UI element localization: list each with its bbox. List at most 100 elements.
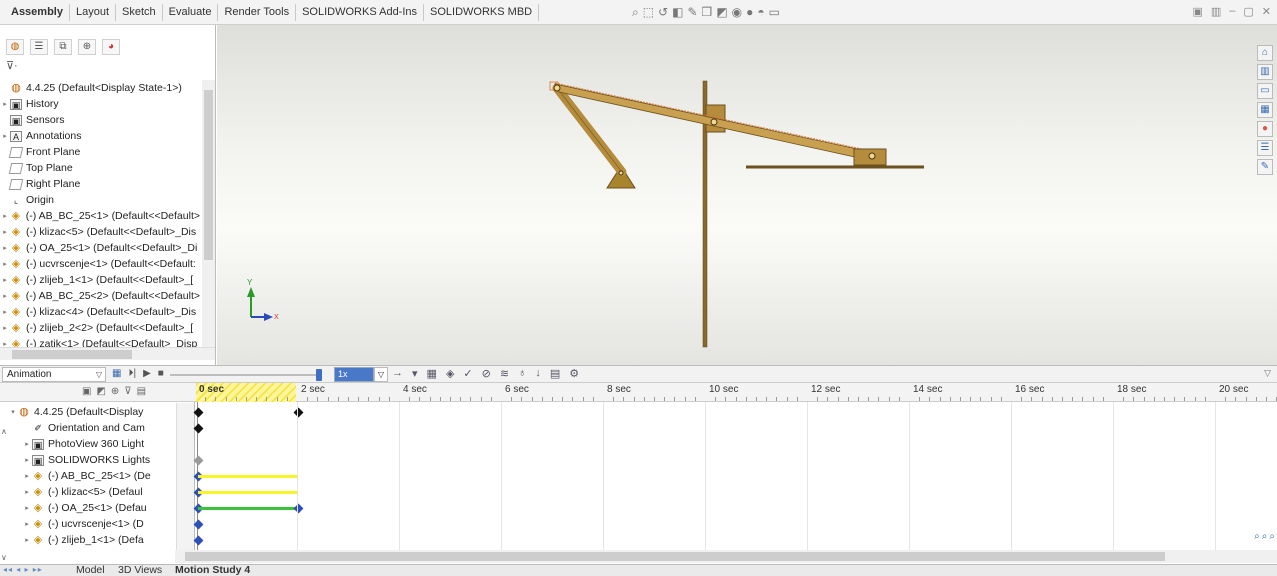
close-icon[interactable]: ✕: [1262, 5, 1271, 18]
motion-tree-item[interactable]: ▸ ▣ PhotoView 360 Light: [8, 436, 176, 452]
timeline-horizontal-scrollbar[interactable]: [175, 550, 1277, 563]
tree-item[interactable]: ▸ ◈ (-) OA_25<1> (Default<<Default>_Di: [0, 240, 200, 256]
tree-item[interactable]: ▸ ◈ (-) zlijeb_2<2> (Default<<Default>_[: [0, 320, 200, 336]
maximize-icon[interactable]: ▢: [1243, 5, 1253, 18]
tab-model[interactable]: Model: [76, 564, 105, 576]
timeline-key[interactable]: [193, 407, 204, 418]
feature-tree-vertical-scrollbar[interactable]: [202, 80, 215, 360]
tab-assembly[interactable]: Assembly: [5, 4, 70, 21]
dynamic-annotation-icon[interactable]: ✎: [687, 5, 697, 20]
expand-arrow-icon[interactable]: ▸: [0, 324, 10, 332]
change-bar[interactable]: [198, 507, 297, 510]
calculate-icon[interactable]: ▦: [112, 368, 121, 379]
motion-tree-scrollbar[interactable]: [176, 403, 194, 550]
hide-show-items-icon[interactable]: ◉: [732, 5, 742, 20]
design-library-icon[interactable]: ▥: [1257, 64, 1273, 80]
restore-icon[interactable]: ▣: [1192, 5, 1202, 18]
expand-arrow-icon[interactable]: ▸: [22, 488, 32, 496]
tree-item[interactable]: ▸ ◈ (-) klizac<4> (Default<<Default>_Dis: [0, 304, 200, 320]
add-update-key-icon[interactable]: ✓: [463, 367, 472, 380]
tree-root-assembly[interactable]: ◍ 4.4.25 (Default<Display State-1>): [0, 80, 200, 96]
expand-arrow-icon[interactable]: ▸: [0, 276, 10, 284]
display-manager-tab-icon[interactable]: ◕: [102, 39, 120, 55]
study-type-dropdown[interactable]: Animation ▽: [2, 367, 106, 382]
expand-arrow-icon[interactable]: ▸: [0, 308, 10, 316]
feature-tree-horizontal-scrollbar[interactable]: [0, 347, 215, 360]
expand-arrow-icon[interactable]: ▾: [8, 408, 18, 416]
timeline-key[interactable]: [193, 535, 204, 546]
play-icon[interactable]: ▶: [143, 368, 151, 379]
file-explorer-icon[interactable]: ▭: [1257, 83, 1273, 99]
expand-arrow-icon[interactable]: ▸: [22, 472, 32, 480]
home-icon[interactable]: ⌂: [1257, 45, 1273, 61]
tree-item[interactable]: ▸ ◈ (-) zlijeb_1<1> (Default<<Default>_[: [0, 272, 200, 288]
collapse-motion-manager-icon[interactable]: ▽: [1264, 368, 1271, 379]
motion-tree-item[interactable]: ▸ ◈ (-) ucvrscenje<1> (D: [8, 516, 176, 532]
tree-item[interactable]: ▸ ◈ (-) ucvrscenje<1> (Default<<Default:: [0, 256, 200, 272]
tile-icon[interactable]: ▥: [1211, 5, 1221, 18]
playback-slider-track[interactable]: [170, 374, 320, 376]
tree-item[interactable]: Right Plane: [0, 176, 200, 192]
change-bar[interactable]: [198, 491, 297, 494]
animation-wizard-icon[interactable]: ▦: [427, 367, 437, 380]
tree-item[interactable]: ▣ Sensors: [0, 112, 200, 128]
section-view-icon[interactable]: ◧: [672, 5, 683, 20]
feature-manager-tab-icon[interactable]: ◍: [6, 39, 24, 55]
previous-view-icon[interactable]: ↺: [658, 5, 668, 20]
motor-icon[interactable]: ⊘: [482, 367, 491, 380]
change-bar[interactable]: [198, 475, 297, 478]
expand-arrow-icon[interactable]: ▸: [0, 132, 10, 140]
spring-icon[interactable]: ≋: [500, 367, 509, 380]
expand-arrow-icon[interactable]: ▸: [22, 456, 32, 464]
tab-layout[interactable]: Layout: [70, 4, 117, 21]
tree-item[interactable]: Front Plane: [0, 144, 200, 160]
tab-render-tools[interactable]: Render Tools: [218, 4, 297, 21]
expand-arrow-icon[interactable]: ▸: [22, 536, 32, 544]
minimize-icon[interactable]: –: [1229, 5, 1235, 18]
tab-nav-arrows-icon[interactable]: ◂◂ ◂ ▸ ▸▸: [3, 565, 43, 574]
expand-arrow-icon[interactable]: ▸: [0, 244, 10, 252]
property-manager-tab-icon[interactable]: ☰: [30, 39, 48, 55]
expand-arrow-icon[interactable]: ▸: [0, 260, 10, 268]
tab-solidworks-add-ins[interactable]: SOLIDWORKS Add-Ins: [296, 4, 425, 21]
tab-solidworks-mbd[interactable]: SOLIDWORKS MBD: [424, 4, 540, 21]
collapse-items-icon[interactable]: ▤: [137, 386, 146, 397]
contact-icon[interactable]: ♁: [518, 367, 526, 380]
scroll-up-icon[interactable]: ∧: [1, 427, 7, 436]
tree-item[interactable]: ⌞ Origin: [0, 192, 200, 208]
expand-arrow-icon[interactable]: ▸: [0, 292, 10, 300]
motion-tree-root[interactable]: ▾ ◍ 4.4.25 (Default<Display: [8, 404, 176, 420]
dimxpert-tab-icon[interactable]: ⊕: [78, 39, 96, 55]
tree-item[interactable]: ▸ ◈ (-) AB_BC_25<1> (Default<<Default>: [0, 208, 200, 224]
motion-tree-item[interactable]: ▸ ◈ (-) zlijeb_1<1> (Defa: [8, 532, 176, 548]
zoom-to-fit-timeline-icon[interactable]: ⌕: [1269, 531, 1275, 542]
timeline-key[interactable]: [193, 423, 204, 434]
filter-animated-icon[interactable]: ▣: [82, 386, 91, 397]
expand-arrow-icon[interactable]: ▸: [0, 212, 10, 220]
tree-item[interactable]: ▸ ◈ (-) klizac<5> (Default<<Default>_Dis: [0, 224, 200, 240]
playback-slider-thumb[interactable]: [316, 369, 322, 381]
expand-arrow-icon[interactable]: ▸: [22, 520, 32, 528]
tree-item[interactable]: Top Plane: [0, 160, 200, 176]
tree-item[interactable]: ▸ A Annotations: [0, 128, 200, 144]
autokey-icon[interactable]: ◈: [446, 367, 454, 380]
filter-driving-icon[interactable]: ◩: [96, 386, 105, 397]
playback-speed-dropdown[interactable]: 1x: [334, 367, 374, 382]
speed-chevron-down-icon[interactable]: ▽: [374, 367, 388, 382]
play-from-start-icon[interactable]: ⏵|: [128, 368, 136, 379]
gravity-icon[interactable]: ↓: [535, 367, 541, 380]
graphics-viewport[interactable]: Y X ⌂ ▥ ▭ ▦ ● ☰ ✎: [217, 25, 1277, 365]
display-style-icon[interactable]: ◩: [716, 5, 727, 20]
edit-appearance-icon[interactable]: ●: [746, 5, 753, 20]
motion-tree-item[interactable]: ▸ ◈ (-) OA_25<1> (Defau: [8, 500, 176, 516]
timeline-key[interactable]: [293, 407, 304, 418]
expand-arrow-icon[interactable]: ▸: [0, 100, 10, 108]
playback-mode-icon[interactable]: →: [392, 367, 403, 380]
study-properties-icon[interactable]: ⚙: [569, 367, 579, 380]
view-settings-icon[interactable]: ▭: [769, 5, 780, 20]
save-animation-icon[interactable]: ▾: [412, 367, 418, 380]
tab-sketch[interactable]: Sketch: [116, 4, 163, 21]
tab-evaluate[interactable]: Evaluate: [163, 4, 219, 21]
expand-arrow-icon[interactable]: ▸: [22, 440, 32, 448]
view-orientation-icon[interactable]: ❒: [702, 5, 713, 20]
